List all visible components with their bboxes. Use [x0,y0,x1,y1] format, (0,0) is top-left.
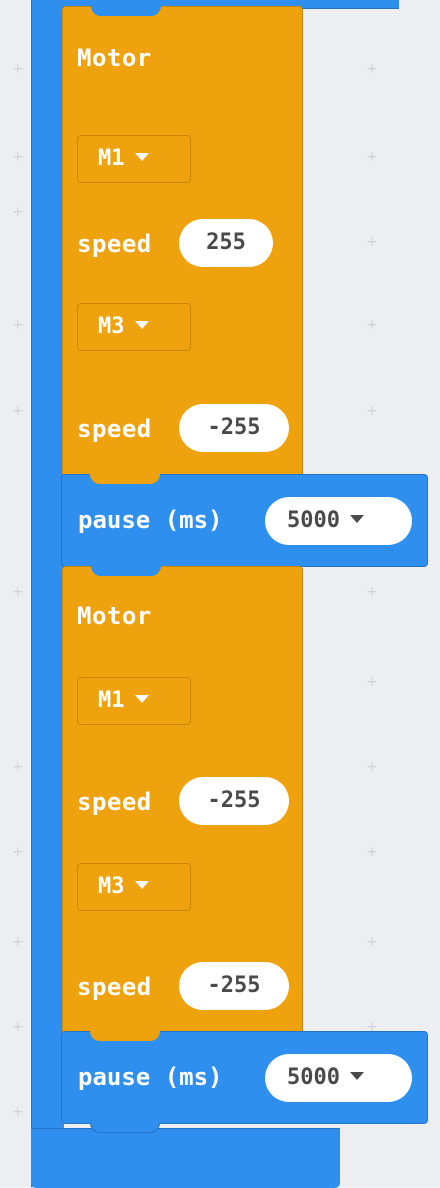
blocks-workspace[interactable]: + + + + + + + + + + + + + + + + + + + + … [0,0,440,1188]
motor-b-value: M3 [98,874,125,899]
motor-b-dropdown[interactable]: M3 [77,863,191,911]
speed-a-input[interactable]: -255 [179,777,289,825]
motor-a-value: M1 [98,146,125,171]
motor-a-dropdown[interactable]: M1 [77,677,191,725]
speed-a-label: speed [77,230,152,258]
grid-mark: + [12,204,24,220]
grid-mark: + [12,584,24,600]
chevron-down-icon [349,515,364,523]
block-notch [90,474,160,484]
pause-block-1[interactable]: pause (ms) 5000 [61,474,428,567]
block-notch [90,1123,160,1133]
grid-mark: + [366,234,378,250]
grid-mark: + [366,403,378,419]
motor-b-value: M3 [98,314,125,339]
motor-block-title: Motor [77,44,152,72]
pause-duration-value: 5000 [287,508,340,533]
motor-b-dropdown[interactable]: M3 [77,303,191,351]
chevron-down-icon [134,153,149,161]
pause-duration-dropdown[interactable]: 5000 [265,1054,412,1102]
pause-label: pause (ms) [78,506,223,534]
chevron-down-icon [349,1072,364,1080]
grid-mark: + [366,584,378,600]
grid-mark: + [12,61,24,77]
chevron-down-icon [134,695,149,703]
grid-mark: + [366,317,378,333]
block-notch [90,1031,160,1041]
grid-mark: + [12,1104,24,1120]
pause-label: pause (ms) [78,1063,223,1091]
speed-b-label: speed [77,415,152,443]
chevron-down-icon [134,881,149,889]
motor-a-value: M1 [98,688,125,713]
chevron-down-icon [134,321,149,329]
block-notch [91,566,161,576]
speed-b-input[interactable]: -255 [179,962,289,1010]
grid-mark: + [366,759,378,775]
grid-mark: + [366,844,378,860]
grid-mark: + [12,844,24,860]
container-block-arm[interactable] [31,0,64,1187]
grid-mark: + [12,403,24,419]
grid-mark: + [12,934,24,950]
speed-a-input[interactable]: 255 [179,219,273,267]
motor-a-dropdown[interactable]: M1 [77,135,191,183]
grid-mark: + [12,1019,24,1035]
motor-block-2[interactable]: Motor M1 speed -255 M3 speed -255 [62,566,303,1037]
grid-mark: + [12,759,24,775]
motor-block-title: Motor [77,602,152,630]
speed-b-input[interactable]: -255 [179,404,289,452]
grid-mark: + [12,149,24,165]
pause-duration-dropdown[interactable]: 5000 [265,497,412,545]
grid-mark: + [366,934,378,950]
container-block-bottom[interactable] [31,1128,340,1188]
grid-mark: + [366,674,378,690]
speed-a-label: speed [77,788,152,816]
pause-duration-value: 5000 [287,1065,340,1090]
grid-mark: + [12,317,24,333]
speed-b-label: speed [77,973,152,1001]
block-notch [91,6,161,16]
motor-block-1[interactable]: Motor M1 speed 255 M3 speed -255 [62,6,303,477]
grid-mark: + [366,149,378,165]
pause-block-2[interactable]: pause (ms) 5000 [61,1031,428,1133]
grid-mark: + [366,61,378,77]
